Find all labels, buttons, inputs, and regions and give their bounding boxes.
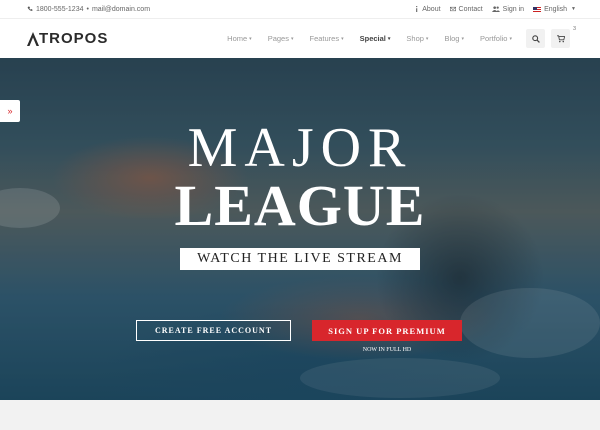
- users-icon: [491, 6, 500, 12]
- caret-down-icon: ▼: [571, 6, 576, 12]
- search-button[interactable]: [526, 29, 545, 48]
- cart-button[interactable]: 3: [551, 26, 576, 48]
- nav-item-portfolio[interactable]: Portfolio ▾: [472, 34, 520, 43]
- chevron-down-icon: ▾: [461, 35, 464, 42]
- chevron-down-icon: ▾: [341, 35, 344, 42]
- nav-item-pages[interactable]: Pages ▾: [260, 34, 302, 43]
- about-label: About: [422, 5, 441, 13]
- signup-premium-button[interactable]: SIGN UP FOR PREMIUM: [312, 320, 462, 341]
- nav-label: Portfolio: [479, 34, 508, 43]
- nav-label: Blog: [444, 34, 460, 43]
- chevron-down-icon: ▾: [290, 35, 294, 42]
- signin-label: Sign in: [502, 5, 525, 13]
- logo-text: TROPOS: [39, 30, 109, 47]
- nav-label: Pages: [267, 34, 289, 43]
- logo-mark-icon: [27, 31, 39, 46]
- double-chevron-right-icon: »: [7, 106, 13, 116]
- search-icon: [531, 34, 540, 43]
- phone-icon: [27, 6, 33, 11]
- contact-label: Contact: [458, 5, 483, 13]
- main-header: TROPOS Home ▾ Pages ▾ Features ▾ Special ▾ S…: [0, 19, 600, 58]
- create-account-button[interactable]: CREATE FREE ACCOUNT: [136, 320, 291, 341]
- nav-label: Special: [359, 34, 386, 43]
- top-bar: 1800-555-1234 • mail@domain.com About Co…: [0, 0, 600, 19]
- separator: •: [86, 5, 89, 13]
- nav-item-shop[interactable]: Shop ▾: [398, 34, 436, 43]
- nav-item-features[interactable]: Features ▾: [301, 34, 351, 43]
- contact-link[interactable]: Contact: [449, 5, 483, 13]
- top-links: About Contact Sign in English ▼: [414, 6, 576, 13]
- cart-count-badge: 3: [572, 26, 576, 32]
- hero-title-line1: MAJOR: [187, 117, 413, 179]
- chevron-down-icon: ▾: [387, 35, 391, 42]
- main-nav: Home ▾ Pages ▾ Features ▾ Special ▾ Shop ▾ Bl…: [219, 26, 576, 48]
- hd-note: NOW IN FULL HD: [362, 347, 412, 353]
- email-link[interactable]: mail@domain.com: [92, 6, 150, 13]
- language-label: English: [544, 5, 568, 13]
- nav-item-blog[interactable]: Blog ▾: [436, 34, 472, 43]
- logo[interactable]: TROPOS: [27, 30, 108, 47]
- signin-link[interactable]: Sign in: [491, 5, 525, 13]
- nav-label: Home: [227, 34, 248, 43]
- phone-info: 1800-555-1234: [27, 6, 84, 13]
- info-icon: [416, 6, 418, 12]
- contact-info: 1800-555-1234 • mail@domain.com: [27, 6, 150, 13]
- hero-subtitle: WATCH THE LIVE STREAM: [180, 248, 420, 270]
- us-flag-icon: [533, 6, 542, 12]
- chevron-down-icon: ▾: [249, 35, 252, 42]
- nav-item-home[interactable]: Home ▾: [219, 34, 260, 43]
- nav-label: Shop: [406, 34, 424, 43]
- phone-number[interactable]: 1800-555-1234: [36, 6, 84, 13]
- nav-item-special[interactable]: Special ▾: [352, 34, 399, 43]
- hero-banner: » MAJOR LEAGUE WATCH THE LIVE STREAM CRE…: [0, 58, 600, 400]
- nav-label: Features: [309, 34, 340, 43]
- chevron-down-icon: ▾: [425, 35, 429, 42]
- about-link[interactable]: About: [414, 5, 441, 13]
- language-selector[interactable]: English ▼: [533, 6, 576, 13]
- page-footer-strip: [0, 400, 600, 430]
- hero-title-line2: LEAGUE: [174, 173, 426, 238]
- cart-icon: [556, 34, 565, 42]
- chevron-down-icon: ▾: [509, 35, 512, 42]
- mail-icon: [449, 6, 456, 12]
